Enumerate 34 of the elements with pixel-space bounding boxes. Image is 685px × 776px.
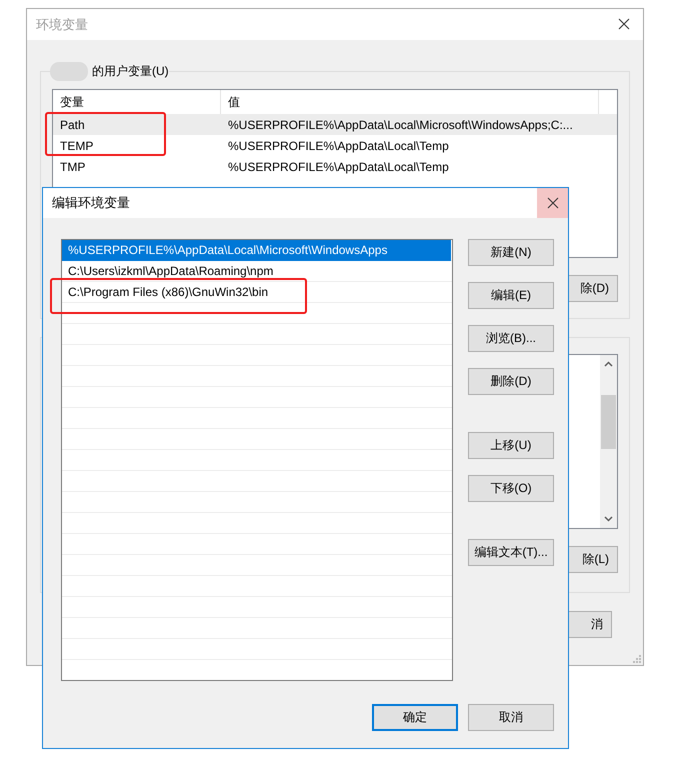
table-row[interactable]: TEMP %USERPROFILE%\AppData\Local\Temp xyxy=(53,135,617,156)
action-button[interactable]: 编辑文本(T)... xyxy=(468,539,554,566)
resize-grip-icon[interactable] xyxy=(632,654,641,663)
scroll-down-icon[interactable] xyxy=(604,516,613,522)
table-cell-text: %USERPROFILE%\AppData\Local\Temp xyxy=(227,160,450,174)
dialog-title: 编辑环境变量 xyxy=(52,194,130,212)
table-cell-text: %USERPROFILE%\AppData\Local\Temp xyxy=(227,138,450,152)
action-button[interactable]: 上移(U) xyxy=(468,432,554,459)
delete-button[interactable]: 除(L) xyxy=(568,546,618,573)
delete-button[interactable]: 除(D) xyxy=(568,275,618,302)
action-button[interactable]: 新建(N) xyxy=(468,239,554,266)
action-button[interactable]: 编辑(E) xyxy=(468,282,554,309)
cancel-button[interactable]: 取消 xyxy=(468,704,554,731)
path-entry[interactable]: C:\Program Files (x86)\GnuWin32\bin xyxy=(62,282,451,303)
path-entry[interactable]: %USERPROFILE%\AppData\Local\Microsoft\WindowsApps xyxy=(62,240,451,261)
table-cell-text: TMP xyxy=(59,160,86,174)
action-button[interactable]: 下移(O) xyxy=(468,475,554,502)
table-row[interactable]: TMP %USERPROFILE%\AppData\Local\Temp xyxy=(53,156,617,177)
close-icon[interactable] xyxy=(618,18,630,30)
table-cell-text: Path xyxy=(59,118,86,132)
close-icon xyxy=(546,197,558,209)
group-label: 的用户变量(U) xyxy=(92,63,169,80)
window-title: 环境变量 xyxy=(36,16,88,34)
action-button[interactable]: 删除(D) xyxy=(468,368,554,395)
table-cell-text: %USERPROFILE%\AppData\Local\Microsoft\WindowsApps;C:... xyxy=(227,118,574,132)
table-row[interactable]: Path %USERPROFILE%\AppData\Local\Microsoft\WindowsApps;C:... xyxy=(53,114,617,135)
scrollbar[interactable] xyxy=(600,355,617,528)
path-entry[interactable]: C:\Users\izkml\AppData\Roaming\npm xyxy=(62,261,451,282)
ok-button[interactable]: 确定 xyxy=(372,704,458,731)
close-button[interactable] xyxy=(537,188,568,218)
table-cell-text: TEMP xyxy=(59,138,94,152)
scroll-up-icon[interactable] xyxy=(604,361,613,367)
action-button[interactable]: 浏览(B)... xyxy=(468,325,554,352)
scroll-thumb[interactable] xyxy=(601,394,616,448)
